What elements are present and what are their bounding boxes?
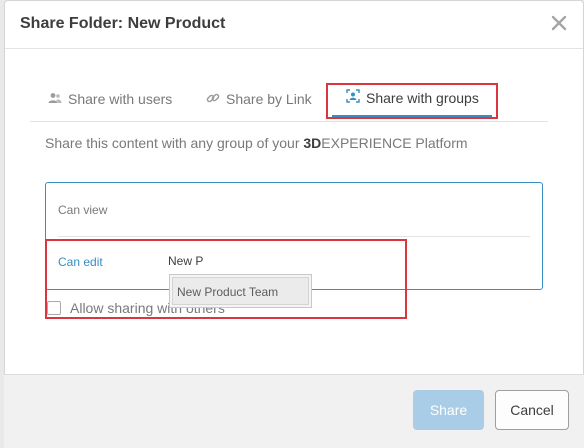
cancel-button[interactable]: Cancel	[495, 390, 569, 430]
tab-share-with-users[interactable]: Share with users	[48, 80, 172, 118]
users-icon	[48, 91, 68, 107]
share-tabs: Share with users Share by Link Share wit…	[30, 80, 548, 122]
brand-rest: EXPERIENCE Platform	[321, 135, 468, 151]
permissions-divider	[58, 236, 530, 237]
tab-label: Share with groups	[366, 89, 479, 106]
suggestion-item[interactable]: New Product Team	[172, 277, 309, 305]
group-icon	[346, 89, 366, 106]
tab-share-by-link[interactable]: Share by Link	[206, 80, 312, 118]
tab-share-with-groups[interactable]: Share with groups	[332, 80, 492, 118]
tab-label: Share by Link	[226, 91, 312, 107]
dialog-title: Share Folder: New Product	[20, 15, 226, 32]
tab-label: Share with users	[68, 91, 173, 107]
share-button[interactable]: Share	[413, 390, 484, 430]
can-view-label[interactable]: Can view	[58, 203, 107, 217]
can-edit-label[interactable]: Can edit	[58, 255, 103, 269]
share-description: Share this content with any group of you…	[45, 135, 468, 151]
dialog-header: Share Folder: New Product	[5, 1, 583, 49]
close-icon[interactable]	[549, 13, 569, 33]
description-text: Share this content with any group of you…	[45, 135, 304, 151]
dialog-footer: Share Cancel	[4, 374, 584, 448]
brand-bold: 3D	[303, 135, 322, 151]
group-search-input[interactable]	[168, 251, 338, 271]
group-suggestions-dropdown: New Product Team	[169, 274, 312, 308]
allow-sharing-checkbox[interactable]	[47, 301, 61, 315]
link-icon	[206, 91, 226, 108]
